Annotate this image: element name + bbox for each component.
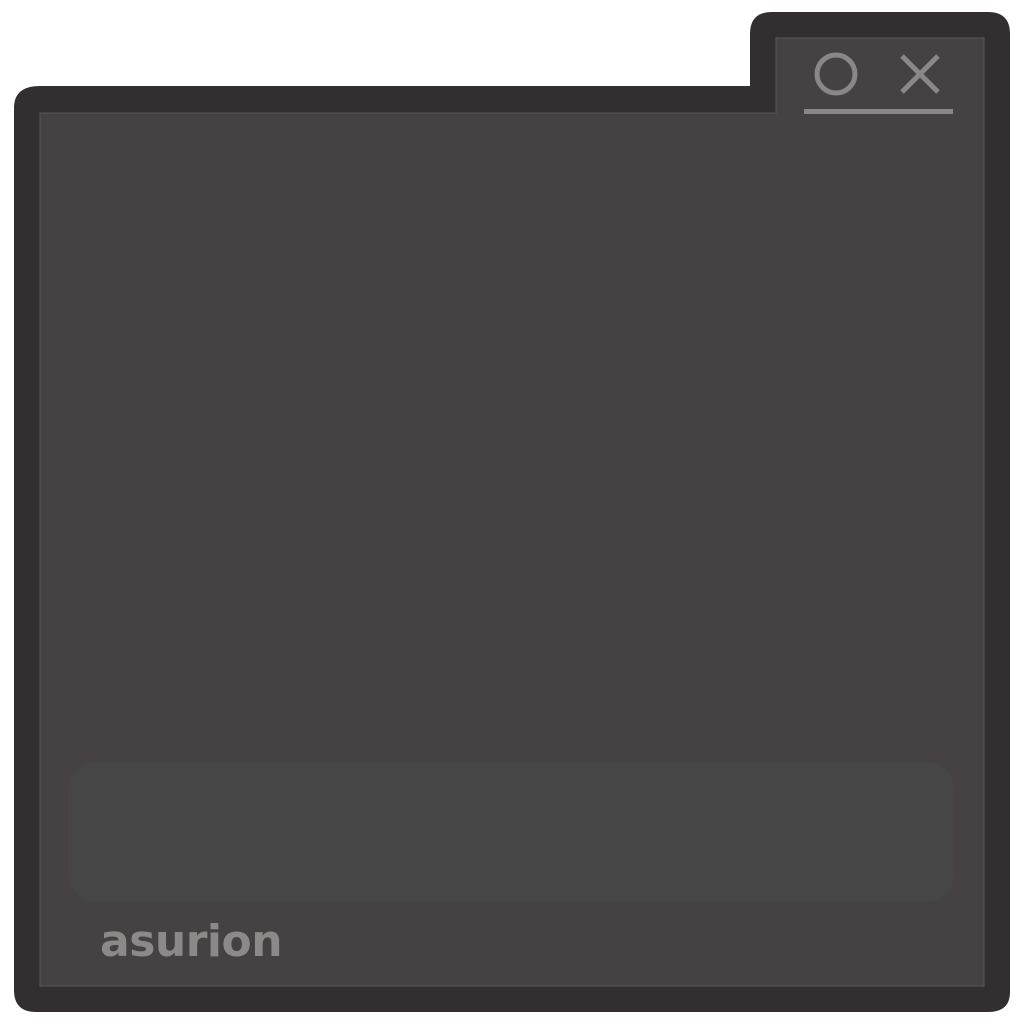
circle-icon[interactable] bbox=[808, 48, 864, 104]
brand-logo: asurion bbox=[100, 916, 283, 967]
bottom-panel bbox=[68, 762, 954, 902]
x-icon[interactable] bbox=[890, 46, 950, 106]
controls-underline bbox=[804, 109, 953, 114]
app-window-stage: asurion bbox=[0, 0, 1024, 1024]
